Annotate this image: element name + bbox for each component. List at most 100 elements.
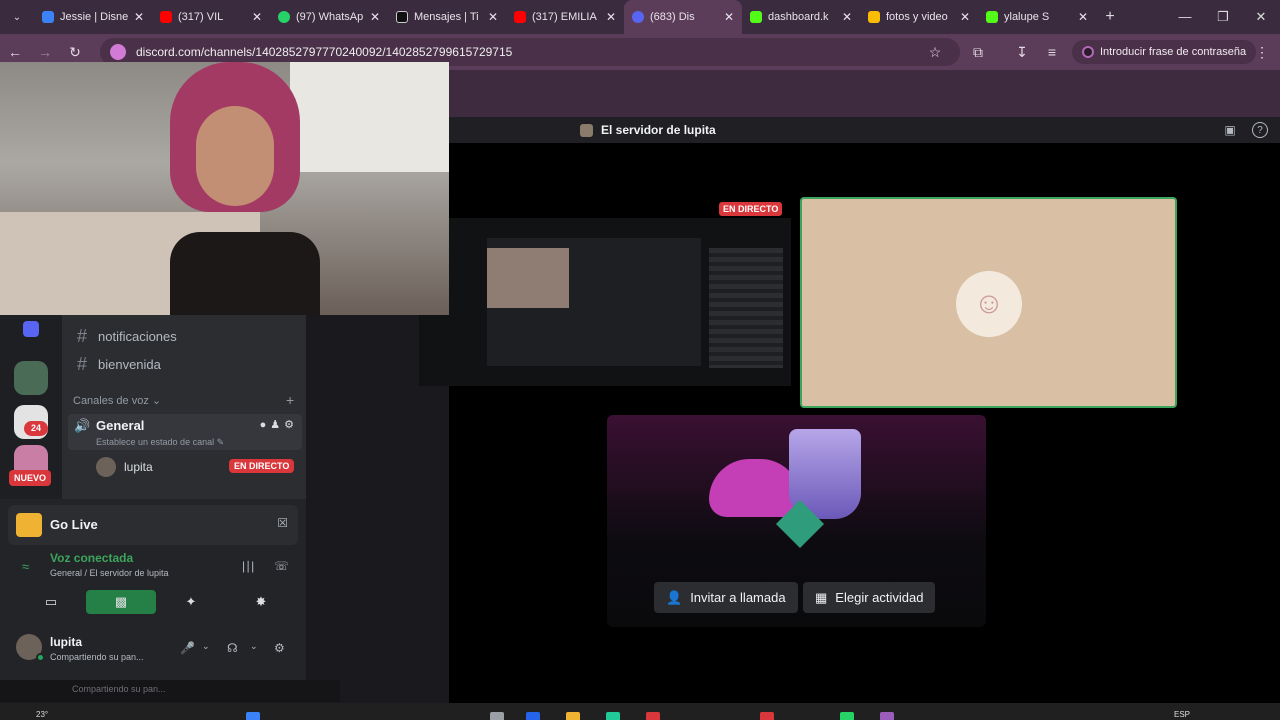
room-window bbox=[290, 62, 449, 172]
maximize-icon[interactable]: ❐ bbox=[1204, 0, 1242, 34]
activity-grid-icon: ▦ bbox=[815, 589, 828, 605]
go-live-card[interactable]: Go Live ☒ bbox=[8, 505, 298, 545]
forward-icon[interactable]: → bbox=[30, 44, 60, 60]
download-icon[interactable]: ↧ bbox=[1007, 34, 1037, 70]
close-tab-icon[interactable]: ✕ bbox=[488, 10, 498, 24]
profile-avatar-icon bbox=[1082, 46, 1094, 58]
voice-location-label[interactable]: General / El servidor de lupita bbox=[50, 568, 169, 578]
taskbar-app-icon[interactable] bbox=[490, 712, 504, 720]
close-tab-icon[interactable]: ✕ bbox=[960, 10, 970, 24]
voice-channel-tools[interactable]: ●♟⚙ bbox=[260, 418, 298, 431]
browser-taskbar-icon[interactable] bbox=[880, 712, 894, 720]
signal-icon[interactable]: ≈ bbox=[22, 559, 29, 574]
back-icon[interactable]: ← bbox=[0, 44, 30, 60]
youtube-icon bbox=[160, 11, 172, 23]
whatsapp-icon bbox=[278, 11, 290, 23]
disconnect-icon[interactable]: ☏ bbox=[274, 559, 289, 573]
site-info-icon[interactable] bbox=[110, 44, 126, 60]
live-badge: EN DIRECTO bbox=[719, 202, 783, 216]
windows-taskbar: 23° ESP bbox=[0, 703, 1280, 720]
tab-3[interactable]: (97) WhatsAp ✕ bbox=[270, 0, 388, 34]
voice-category-label[interactable]: Canales de voz ⌄ bbox=[73, 394, 161, 407]
voice-connected-label: Voz conectada bbox=[50, 551, 134, 565]
mention-count-badge: 24 bbox=[24, 421, 48, 436]
close-tab-icon[interactable]: ✕ bbox=[842, 10, 852, 24]
taskbar-app-icon[interactable] bbox=[526, 712, 540, 720]
settings-gear-icon[interactable]: ⚙ bbox=[274, 641, 285, 655]
reload-icon[interactable]: ↻ bbox=[60, 44, 90, 61]
close-tab-icon[interactable]: ✕ bbox=[134, 10, 144, 24]
close-tab-icon[interactable]: ✕ bbox=[606, 10, 616, 24]
channel-status-hint[interactable]: Establece un estado de canal ✎ bbox=[96, 437, 224, 448]
invite-to-call-button[interactable]: 👤 Invitar a llamada bbox=[654, 582, 798, 613]
voice-category-text: Canales de voz bbox=[73, 395, 149, 407]
media-control-icon[interactable]: ≡ bbox=[1037, 34, 1067, 70]
tab-1[interactable]: Jessie | Disne ✕ bbox=[34, 0, 152, 34]
help-icon[interactable]: ? bbox=[1252, 122, 1268, 138]
audio-options-chevron-icon[interactable]: ⌄ bbox=[250, 641, 258, 652]
tab-8[interactable]: fotos y video ✕ bbox=[860, 0, 978, 34]
noise-suppression-icon[interactable]: |∣| bbox=[242, 559, 254, 573]
tab-5[interactable]: (317) EMILIA ✕ bbox=[506, 0, 624, 34]
language-indicator[interactable]: ESP bbox=[1174, 710, 1190, 719]
tab-9[interactable]: ylalupe S ✕ bbox=[978, 0, 1096, 34]
voice-channel-general[interactable]: 🔊 General Establece un estado de canal ✎… bbox=[68, 414, 302, 450]
file-explorer-icon[interactable] bbox=[566, 712, 580, 720]
online-status-dot bbox=[36, 653, 45, 662]
bookmark-star-icon[interactable]: ☆ bbox=[920, 34, 950, 70]
screen-share-icon[interactable]: ▩ bbox=[86, 590, 156, 614]
channel-notificaciones[interactable]: # notificaciones bbox=[74, 325, 177, 347]
start-icon[interactable] bbox=[246, 712, 260, 720]
activities-icon[interactable]: ✦ bbox=[156, 590, 226, 614]
close-go-live-icon[interactable]: ☒ bbox=[277, 516, 288, 530]
url-text: discord.com/channels/1402852797770240092… bbox=[136, 45, 513, 59]
kick-icon bbox=[986, 11, 998, 23]
soundboard-icon[interactable]: ✸ bbox=[226, 590, 296, 614]
participant-tile[interactable]: ☺ bbox=[800, 197, 1177, 408]
tab-title: Jessie | Disne bbox=[60, 11, 128, 23]
youtube-icon bbox=[514, 11, 526, 23]
kebab-menu-icon[interactable]: ⋮ bbox=[1247, 34, 1277, 70]
tab-2[interactable]: (317) VIL ✕ bbox=[152, 0, 270, 34]
discord-icon bbox=[632, 11, 644, 23]
server-icon-1[interactable] bbox=[14, 361, 48, 395]
close-window-icon[interactable]: ✕ bbox=[1242, 0, 1280, 34]
channel-label: notificaciones bbox=[98, 328, 177, 344]
window-controls: — ❐ ✕ bbox=[1166, 0, 1280, 34]
add-channel-icon[interactable]: + bbox=[286, 392, 294, 408]
text-channel-icon: # bbox=[76, 353, 87, 374]
screen-root: ⌄ Jessie | Disne ✕ (317) VIL ✕ (97) WhatsA… bbox=[0, 0, 1280, 720]
microphone-icon[interactable]: 🎤 bbox=[180, 641, 195, 655]
close-tab-icon[interactable]: ✕ bbox=[370, 10, 380, 24]
camera-off-icon[interactable]: ▭ bbox=[16, 590, 86, 614]
close-tab-icon[interactable]: ✕ bbox=[1078, 10, 1088, 24]
close-tab-icon[interactable]: ✕ bbox=[252, 10, 262, 24]
taskbar-app-icon[interactable] bbox=[606, 712, 620, 720]
taskbar-app-icon[interactable] bbox=[646, 712, 660, 720]
channel-bienvenida[interactable]: # bienvenida bbox=[74, 353, 161, 375]
tab-4[interactable]: Mensajes | Ti ✕ bbox=[388, 0, 506, 34]
voice-action-buttons: ▭ ▩ ✦ ✸ bbox=[16, 590, 298, 614]
member-live-badge: EN DIRECTO bbox=[229, 459, 295, 473]
user-name: lupita bbox=[50, 635, 82, 649]
direct-messages-icon[interactable] bbox=[23, 321, 39, 337]
profile-button[interactable]: Introducir frase de contraseña bbox=[1072, 40, 1257, 64]
screen-share-tile[interactable] bbox=[419, 218, 791, 386]
tab-7[interactable]: dashboard.k ✕ bbox=[742, 0, 860, 34]
profile-label: Introducir frase de contraseña bbox=[1100, 46, 1247, 58]
tab-search-chevron-icon[interactable]: ⌄ bbox=[0, 0, 34, 34]
inbox-icon[interactable]: ▣ bbox=[1222, 122, 1238, 138]
browser-tab-bar: ⌄ Jessie | Disne ✕ (317) VIL ✕ (97) WhatsA… bbox=[0, 0, 1280, 34]
voice-member[interactable]: lupita bbox=[96, 457, 153, 477]
tab-6-active[interactable]: (683) Dis ✕ bbox=[624, 0, 742, 34]
taskbar-app-icon[interactable] bbox=[840, 712, 854, 720]
mic-options-chevron-icon[interactable]: ⌄ bbox=[202, 641, 210, 652]
minimize-icon[interactable]: — bbox=[1166, 0, 1204, 34]
new-tab-icon[interactable]: + bbox=[1096, 8, 1124, 26]
close-tab-icon[interactable]: ✕ bbox=[724, 10, 734, 24]
headphones-icon[interactable]: ☊ bbox=[227, 641, 238, 655]
choose-activity-button[interactable]: ▦ Elegir actividad bbox=[803, 582, 936, 613]
weather-temperature[interactable]: 23° bbox=[36, 710, 48, 719]
extensions-icon[interactable]: ⧉ bbox=[963, 34, 993, 70]
taskbar-app-icon[interactable] bbox=[760, 712, 774, 720]
